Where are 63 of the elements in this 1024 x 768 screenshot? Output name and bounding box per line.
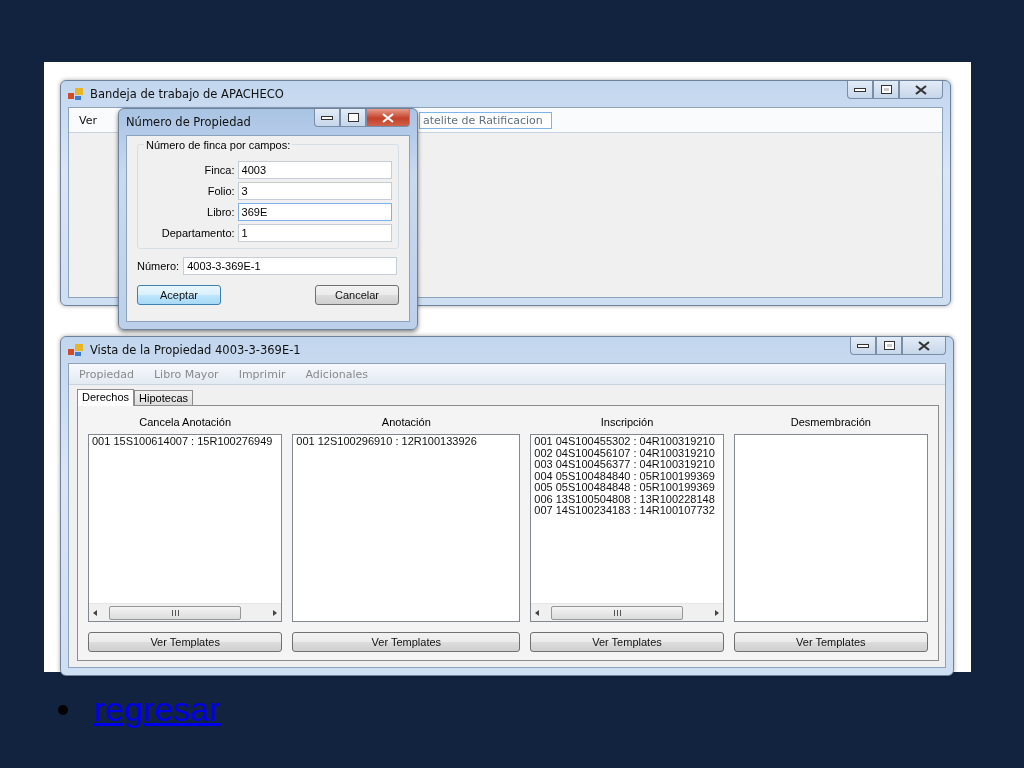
list-item[interactable]: 002 04S100456107 : 04R100319210 (534, 447, 720, 459)
minimize-icon (321, 114, 333, 121)
field-label: Número: (137, 260, 180, 272)
input-field[interactable]: 4003-3-369E-1 (183, 257, 398, 275)
field-label: Departamento: (160, 227, 235, 239)
close-icon (915, 84, 927, 95)
tab[interactable]: Hipotecas (134, 390, 193, 405)
list-item[interactable]: 006 13S100504808 : 13R100228148 (534, 493, 720, 505)
window-title: Bandeja de trabajo de APACHECO (90, 87, 284, 101)
maximize-button[interactable] (873, 81, 899, 99)
minimize-button[interactable] (847, 81, 873, 99)
input-field[interactable]: 3 (237, 182, 392, 200)
field-label: Folio: (206, 185, 235, 197)
close-button[interactable] (366, 109, 410, 127)
toolbar-button[interactable]: atelite de Ratificacion (418, 111, 552, 129)
ver-templates-button[interactable]: Ver Templates (88, 632, 283, 652)
maximize-button[interactable] (340, 109, 366, 127)
minimize-button[interactable] (314, 109, 340, 127)
menu-item[interactable]: Ver (75, 113, 101, 127)
dialog-title: Número de Propiedad (126, 115, 251, 129)
app-icon (68, 87, 84, 101)
input-field[interactable]: 1 (237, 224, 392, 242)
group-title: Número de finca por campos: (144, 139, 293, 151)
minimize-icon (854, 86, 866, 93)
field-label: Libro: (206, 206, 235, 218)
column-heading: Cancela Anotación (139, 416, 231, 430)
close-icon (918, 340, 930, 351)
list-item[interactable]: 001 04S100455302 : 04R100319210 (534, 436, 720, 448)
minimize-button[interactable] (850, 337, 876, 355)
column-heading: Anotación (381, 416, 431, 430)
list-item[interactable]: 007 14S100234183 : 14R100107732 (534, 505, 720, 517)
minimize-icon (857, 342, 869, 349)
maximize-button[interactable] (876, 337, 902, 355)
field-label: Finca: (203, 164, 235, 176)
dialog-button[interactable]: Aceptar (137, 285, 221, 305)
list-box[interactable] (530, 434, 724, 622)
column-heading: Inscripción (600, 416, 654, 430)
tab[interactable]: Derechos (77, 389, 135, 406)
maximize-icon (347, 113, 359, 122)
dialog-button[interactable]: Cancelar (315, 285, 399, 305)
input-field[interactable]: 4003 (237, 161, 392, 179)
horizontal-scrollbar[interactable] (89, 603, 282, 621)
list-item[interactable]: 003 04S100456377 : 04R100319210 (534, 459, 720, 471)
maximize-icon (880, 85, 892, 94)
close-icon (382, 112, 394, 123)
bullet-icon (58, 704, 68, 715)
horizontal-scrollbar[interactable] (531, 603, 723, 621)
list-item[interactable]: 001 15S100614007 : 15R100276949 (92, 436, 279, 448)
ver-templates-button[interactable]: Ver Templates (733, 632, 928, 652)
close-button[interactable] (899, 81, 943, 99)
window-title: Vista de la Propiedad 4003-3-369E-1 (90, 343, 301, 357)
list-item[interactable]: 005 05S100484848 : 05R100199369 (534, 482, 720, 494)
input-field[interactable]: 369E (237, 203, 392, 221)
ver-templates-button[interactable]: Ver Templates (292, 632, 521, 652)
list-box[interactable]: 001 12S100296910 : 12R100133926 (292, 434, 521, 622)
list-item[interactable]: 001 12S100296910 : 12R100133926 (296, 436, 517, 448)
column-heading: Desmembración (790, 416, 871, 430)
list-item[interactable]: 004 05S100484840 : 05R100199369 (534, 470, 720, 482)
maximize-icon (883, 341, 895, 350)
app-icon (68, 343, 84, 357)
close-button[interactable] (902, 337, 946, 355)
list-box[interactable]: 001 15S100614007 : 15R100276949 (88, 434, 283, 622)
ver-templates-button[interactable]: Ver Templates (530, 632, 724, 652)
